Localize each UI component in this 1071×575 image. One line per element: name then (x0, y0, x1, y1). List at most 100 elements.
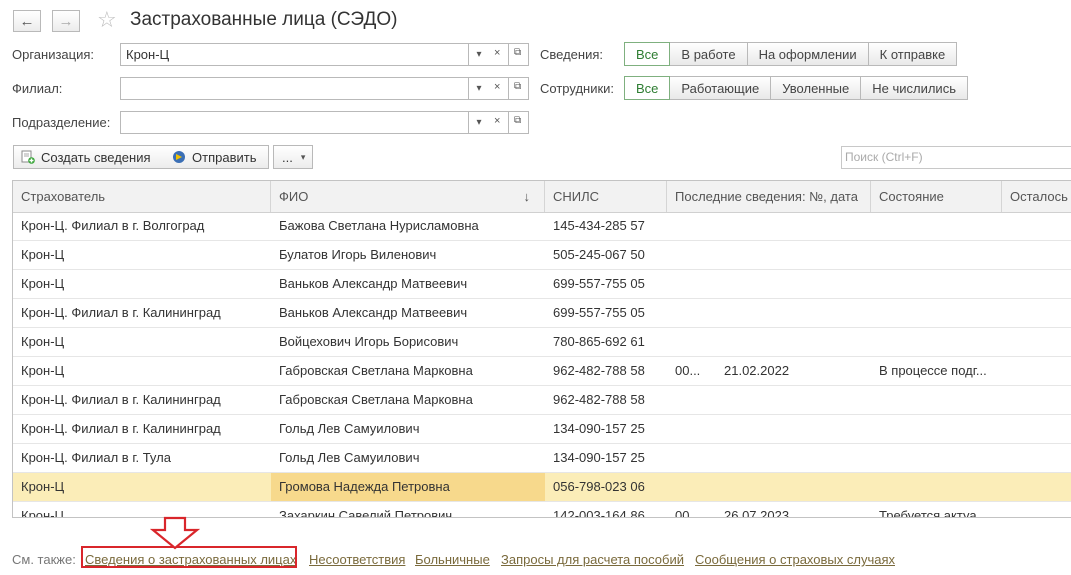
cell-last-date: 21.02.2022 (724, 363, 790, 378)
cell-last-date (716, 415, 871, 443)
branch-field[interactable]: ▾ (120, 77, 489, 100)
insured-persons-table: Страхователь ФИО ↓ СНИЛС Последние сведе… (12, 180, 1071, 518)
cell-state (871, 444, 1002, 472)
org-field[interactable]: Крон-Ц ▾ (120, 43, 489, 66)
branch-open-button[interactable]: ⧉ (508, 77, 529, 100)
chevron-down-icon[interactable]: ▾ (468, 111, 489, 134)
cell-last-number (667, 473, 713, 501)
info-label: Сведения: (540, 47, 604, 62)
table-row[interactable]: Крон-Ц Войцехович Игорь Борисович 780-865-… (13, 328, 1071, 357)
cell-last-date (716, 212, 871, 240)
org-clear-button[interactable]: × (488, 43, 509, 66)
table-row[interactable]: Крон-Ц. Филиал в г. Калининград Гольд Лев… (13, 415, 1071, 444)
cell-last-number (667, 299, 713, 327)
create-info-button[interactable]: Создать сведения (13, 145, 163, 169)
create-info-label: Создать сведения (41, 149, 151, 165)
cell-insurer: Крон-Ц. Филиал в г. Тула (21, 450, 171, 465)
cell-fio: Гольд Лев Самуилович (279, 450, 420, 465)
org-value: Крон-Ц (126, 47, 170, 62)
chevron-down-icon[interactable]: ▾ (468, 43, 489, 66)
cell-insurer: Крон-Ц (21, 363, 65, 378)
link-mismatches[interactable]: Несоответствия (309, 552, 405, 567)
forward-button[interactable]: → (52, 10, 80, 32)
cell-fio: Габровская Светлана Марковна (279, 392, 473, 407)
cell-snils: 134-090-157 25 (553, 450, 645, 465)
dept-field[interactable]: ▾ (120, 111, 489, 134)
cell-last-number (667, 270, 713, 298)
open-window-icon: ⧉ (514, 115, 522, 126)
cell-snils: 505-245-067 50 (553, 247, 645, 262)
cell-last-date (716, 299, 871, 327)
send-button[interactable]: Отправить (162, 145, 269, 169)
cell-state (871, 212, 1002, 240)
star-icon[interactable]: ☆ (97, 8, 117, 32)
cell-insurer: Крон-Ц. Филиал в г. Калининград (21, 421, 221, 436)
table-row[interactable]: Крон-Ц Габровская Светлана Марковна 962-48… (13, 357, 1071, 386)
cell-last-number (667, 415, 713, 443)
table-row[interactable]: Крон-Ц Ваньков Александр Матвеевич 699-557… (13, 270, 1071, 299)
emp-option-not-listed[interactable]: Не числились (861, 76, 968, 100)
column-fio[interactable]: ФИО ↓ (271, 181, 545, 212)
page-title: Застрахованные лица (СЭДО) (130, 9, 398, 30)
emp-filter: Все Работающие Уволенные Не числились (624, 76, 968, 100)
emp-option-working[interactable]: Работающие (670, 76, 772, 100)
table-row[interactable]: Крон-Ц. Филиал в г. Тула Гольд Лев Самуил… (13, 444, 1071, 473)
column-insurer[interactable]: Страхователь (13, 181, 271, 212)
info-option-drafting[interactable]: На оформлении (747, 42, 869, 66)
link-benefit-requests[interactable]: Запросы для расчета пособий (501, 552, 684, 567)
column-snils[interactable]: СНИЛС (545, 181, 667, 212)
more-actions-button[interactable]: ... ▾ (273, 145, 313, 169)
cell-fio: Габровская Светлана Марковна (279, 363, 473, 378)
see-also-label: См. также: (12, 552, 76, 567)
dept-open-button[interactable]: ⧉ (508, 111, 529, 134)
link-sick-leaves[interactable]: Больничные (415, 552, 490, 567)
cell-state (871, 386, 1002, 414)
cell-insurer: Крон-Ц (21, 479, 65, 494)
table-row[interactable]: Крон-Ц Громова Надежда Петровна 056-798-02… (13, 473, 1071, 502)
cell-state (871, 473, 1002, 501)
column-remaining[interactable]: Осталось (1002, 181, 1071, 212)
cell-snils: 056-798-023 06 (553, 479, 645, 494)
branch-clear-button[interactable]: × (488, 77, 509, 100)
chevron-down-icon: ▾ (300, 151, 306, 162)
cell-last-number (667, 241, 713, 269)
cell-last-date (716, 473, 871, 501)
link-insurance-cases[interactable]: Сообщения о страховых случаях (695, 552, 895, 567)
column-last-info[interactable]: Последние сведения: №, дата (667, 181, 871, 212)
table-row[interactable]: Крон-Ц Булатов Игорь Виленович 505-245-067… (13, 241, 1071, 270)
column-state[interactable]: Состояние (871, 181, 1002, 212)
cell-last-number (667, 328, 713, 356)
cell-last-date: 26.07.2023 (724, 508, 790, 518)
info-option-all[interactable]: Все (624, 42, 671, 66)
table-header: Страхователь ФИО ↓ СНИЛС Последние сведе… (13, 181, 1071, 213)
close-icon: × (494, 115, 501, 127)
emp-option-all[interactable]: Все (624, 76, 671, 100)
search-input[interactable]: Поиск (Ctrl+F) (841, 146, 1071, 169)
cell-last-date (716, 241, 871, 269)
cell-snils: 134-090-157 25 (553, 421, 645, 436)
org-open-button[interactable]: ⧉ (508, 43, 529, 66)
chevron-down-icon[interactable]: ▾ (468, 77, 489, 100)
dept-clear-button[interactable]: × (488, 111, 509, 134)
cell-insurer: Крон-Ц (21, 334, 65, 349)
cell-snils: 962-482-788 58 (553, 363, 645, 378)
info-option-in-work[interactable]: В работе (670, 42, 748, 66)
emp-option-dismissed[interactable]: Уволенные (771, 76, 862, 100)
send-label: Отправить (192, 149, 257, 165)
info-option-to-send[interactable]: К отправке (868, 42, 958, 66)
branch-label: Филиал: (12, 81, 63, 96)
emp-label: Сотрудники: (540, 81, 615, 96)
table-row[interactable]: Крон-Ц. Филиал в г. Калининград Габровска… (13, 386, 1071, 415)
back-button[interactable]: ← (13, 10, 41, 32)
cell-last-number (667, 386, 713, 414)
table-row[interactable]: Крон-Ц. Филиал в г. Калининград Ваньков А… (13, 299, 1071, 328)
cell-state (871, 415, 1002, 443)
open-window-icon: ⧉ (514, 81, 522, 92)
cell-insurer: Крон-Ц (21, 276, 65, 291)
cell-fio: Ваньков Александр Матвеевич (279, 276, 468, 291)
cell-snils: 699-557-755 05 (553, 305, 645, 320)
cell-fio: Ваньков Александр Матвеевич (279, 305, 468, 320)
table-row[interactable]: Крон-Ц. Филиал в г. Волгоград Бажова Свет… (13, 212, 1071, 241)
cell-last-number: 00... (675, 363, 701, 378)
cell-insurer: Крон-Ц. Филиал в г. Калининград (21, 392, 221, 407)
